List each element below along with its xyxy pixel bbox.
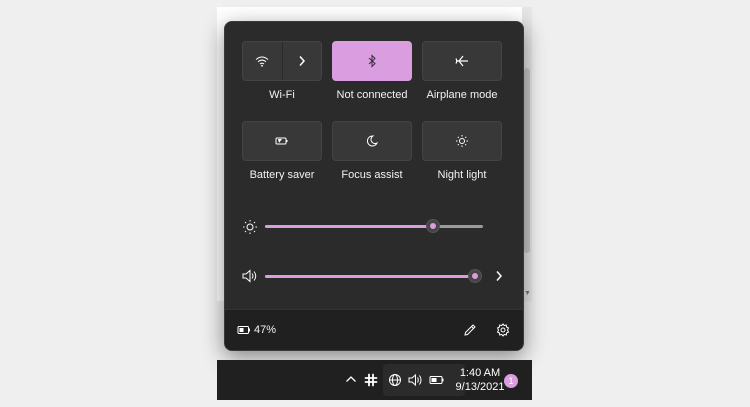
- battery-icon[interactable]: [429, 373, 445, 387]
- focus-assist-tile[interactable]: [332, 121, 412, 161]
- brightness-fill: [265, 225, 433, 228]
- sun-icon: [456, 135, 468, 147]
- gear-icon[interactable]: [496, 323, 510, 337]
- scrollbar-thumb[interactable]: [524, 68, 530, 253]
- quick-settings-footer: 47%: [225, 309, 523, 350]
- wifi-tile[interactable]: [242, 41, 322, 81]
- wifi-icon: [255, 56, 269, 67]
- night-light-label: Night light: [437, 169, 487, 181]
- brightness-slider-row: [241, 217, 511, 237]
- system-tray-group[interactable]: [383, 364, 465, 396]
- speaker-icon[interactable]: [241, 267, 259, 285]
- wifi-toggle[interactable]: [243, 42, 282, 80]
- clock-date: 9/13/2021: [455, 381, 505, 393]
- brightness-icon: [243, 220, 257, 234]
- taskbar-clock[interactable]: 1:40 AM 9/13/2021: [455, 366, 505, 394]
- airplane-icon: [455, 55, 468, 67]
- scroll-down-icon[interactable]: ▼: [524, 290, 531, 297]
- pencil-icon[interactable]: [463, 323, 477, 337]
- chevron-right-icon: [299, 56, 305, 66]
- volume-fill: [265, 275, 475, 278]
- globe-icon[interactable]: [388, 373, 402, 387]
- chevron-up-icon[interactable]: [345, 374, 357, 384]
- bluetooth-tile[interactable]: [332, 41, 412, 81]
- battery-saver-icon: [275, 137, 288, 145]
- airplane-label: Airplane mode: [426, 89, 498, 101]
- notification-badge[interactable]: 1: [504, 374, 518, 388]
- airplane-tile[interactable]: [422, 41, 502, 81]
- volume-slider-row: [241, 267, 511, 287]
- speaker-icon[interactable]: [408, 373, 424, 387]
- clock-time: 1:40 AM: [459, 367, 501, 379]
- wifi-more-button[interactable]: [281, 42, 322, 80]
- focus-assist-label: Focus assist: [341, 169, 403, 181]
- night-light-tile[interactable]: [422, 121, 502, 161]
- volume-slider-thumb[interactable]: [468, 269, 482, 283]
- battery-percentage[interactable]: 47%: [254, 324, 276, 336]
- battery-icon[interactable]: [237, 324, 251, 336]
- quick-settings-panel: Wi-Fi Not connected Airplane mode Batter…: [224, 21, 524, 351]
- battery-saver-tile[interactable]: [242, 121, 322, 161]
- slack-icon[interactable]: [364, 373, 378, 387]
- wifi-label: Wi-Fi: [269, 89, 295, 101]
- brightness-slider-thumb[interactable]: [426, 219, 440, 233]
- audio-output-chevron-icon[interactable]: [495, 270, 503, 282]
- bluetooth-icon: [368, 54, 376, 68]
- battery-saver-label: Battery saver: [249, 169, 315, 181]
- bluetooth-label: Not connected: [336, 89, 408, 101]
- taskbar: 1:40 AM 9/13/2021 1: [217, 360, 532, 400]
- moon-icon: [366, 135, 379, 147]
